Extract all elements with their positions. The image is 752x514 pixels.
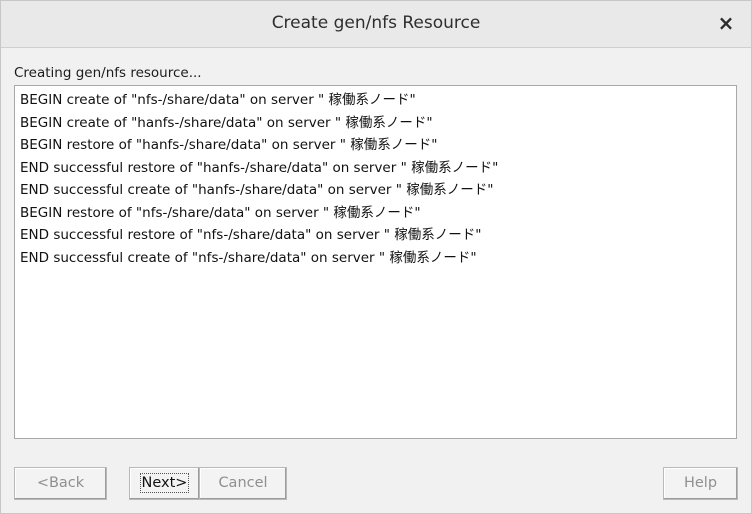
next-button[interactable]: Next> — [129, 467, 200, 500]
close-icon[interactable]: × — [715, 11, 737, 35]
title-bar: Create gen/nfs Resource × — [1, 1, 751, 48]
log-line: END successful restore of "nfs-/share/da… — [20, 227, 482, 243]
help-button[interactable]: Help — [663, 467, 738, 500]
log-line: BEGIN create of "hanfs-/share/data" on s… — [20, 114, 433, 131]
log-line: END successful restore of "hanfs-/share/… — [20, 159, 499, 176]
next-button-label: Next> — [139, 473, 190, 493]
back-button[interactable]: <Back — [14, 467, 107, 500]
log-line: END successful create of "hanfs-/share/d… — [20, 182, 494, 198]
status-label: Creating gen/nfs resource... — [14, 65, 202, 81]
create-resource-dialog: Create gen/nfs Resource × Creating gen/n… — [0, 0, 752, 514]
log-line: BEGIN restore of "hanfs-/share/data" on … — [20, 137, 438, 153]
log-output-area[interactable]: BEGIN create of "nfs-/share/data" on ser… — [14, 85, 737, 439]
log-line: BEGIN restore of "nfs-/share/data" on se… — [20, 204, 421, 221]
dialog-title: Create gen/nfs Resource — [271, 13, 481, 33]
log-line: END successful create of "nfs-/share/dat… — [20, 249, 477, 266]
log-line: BEGIN create of "nfs-/share/data" on ser… — [20, 92, 416, 108]
cancel-button[interactable]: Cancel — [199, 467, 287, 500]
